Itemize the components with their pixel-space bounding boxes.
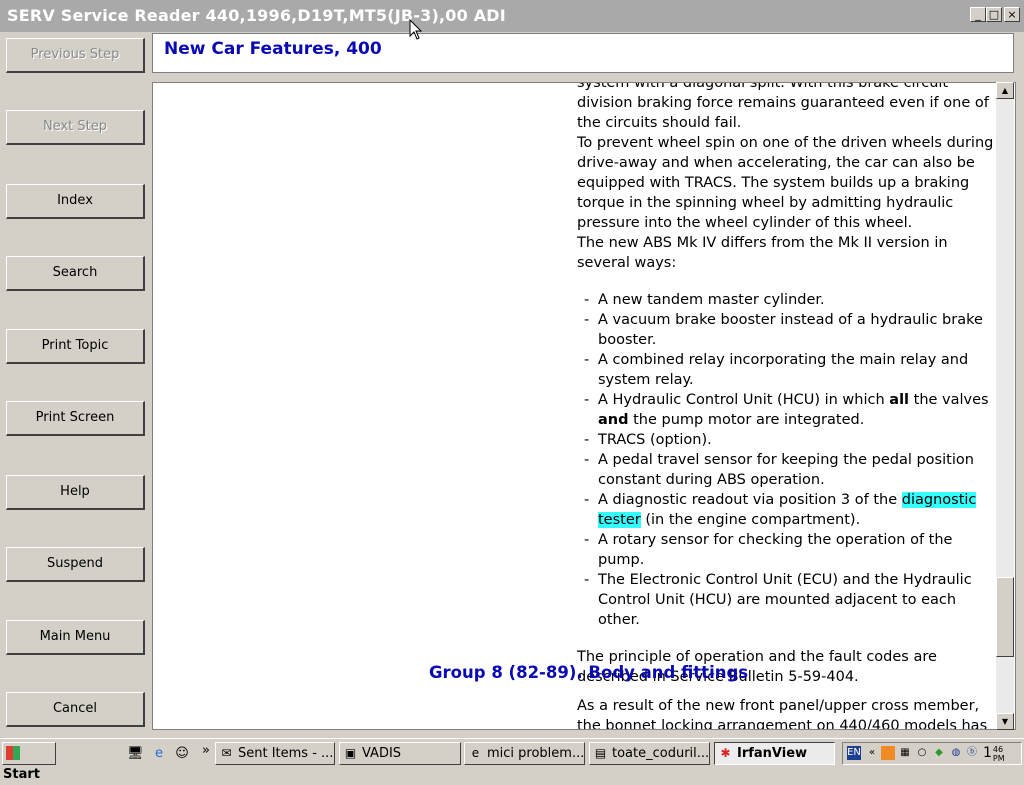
start-label: Start: [3, 767, 40, 782]
task-label: toate_coduril...: [612, 746, 710, 761]
desktop-icon[interactable]: 🖥: [127, 746, 144, 762]
suspend-button[interactable]: Suspend: [6, 547, 145, 582]
task-label: VADIS: [362, 746, 402, 761]
clock-detail: 46 PM: [993, 745, 1005, 763]
irfanview-icon: ✱: [720, 746, 731, 760]
messenger-icon[interactable]: ☺: [174, 746, 190, 762]
list-item: A vacuum brake booster instead of a hydr…: [577, 310, 997, 350]
previous-step-button[interactable]: Previous Step: [6, 38, 145, 73]
main-menu-button[interactable]: Main Menu: [6, 620, 145, 655]
list-item-text: the valves: [909, 392, 989, 408]
maximize-icon: □: [988, 8, 1000, 21]
paragraph: The new ABS Mk IV differs from the Mk II…: [577, 235, 948, 271]
list-item: A combined relay incorporating the main …: [577, 350, 997, 390]
print-topic-button[interactable]: Print Topic: [6, 329, 145, 364]
content-panel[interactable]: system with a diagonal split. With this …: [152, 82, 1016, 730]
arrow-up-icon: ▲: [1001, 86, 1009, 95]
title-bar[interactable]: SERV Service Reader 440,1996,D19T,MT5(JB…: [0, 0, 1024, 32]
network-icon[interactable]: ▦: [898, 746, 912, 760]
emphasis-text: and: [598, 412, 629, 428]
minimize-icon: _: [975, 8, 981, 21]
list-item-text: (in the engine compartment).: [640, 512, 861, 528]
scroll-thumb[interactable]: [996, 577, 1014, 657]
tray-expand-icon[interactable]: «: [865, 746, 879, 760]
task-toate-codurile[interactable]: ▤ toate_coduril...: [589, 742, 710, 765]
emphasis-text: all: [889, 392, 910, 408]
vadis-icon: ▣: [344, 746, 357, 760]
scroll-up-button[interactable]: ▲: [996, 82, 1014, 99]
list-item: A new tandem master cylinder.: [577, 290, 997, 310]
close-button[interactable]: ×: [1004, 7, 1020, 22]
list-item: A rotary sensor for checking the operati…: [577, 530, 997, 570]
list-item: TRACS (option).: [577, 430, 997, 450]
language-indicator[interactable]: EN: [847, 746, 861, 760]
browser-icon: e: [471, 746, 480, 760]
clock-minute: 46: [992, 745, 1004, 754]
task-mici-problem[interactable]: e mici problem...: [464, 742, 585, 765]
tray-app-icon[interactable]: ◆: [932, 746, 946, 760]
header-panel: New Car Features, 400: [152, 33, 1014, 73]
task-label: IrfanView: [737, 746, 808, 761]
tray-app-icon[interactable]: ○: [915, 746, 929, 760]
windows-logo-icon: [6, 746, 20, 760]
quicklaunch-more[interactable]: »: [198, 743, 214, 759]
next-step-button[interactable]: Next Step: [6, 110, 145, 145]
feature-list: A new tandem master cylinder. A vacuum b…: [577, 290, 997, 630]
list-item: A diagnostic readout via position 3 of t…: [577, 490, 997, 530]
taskbar: Start 🖥 e ☺ » ✉ Sent Items - ... ▣ VADIS e…: [0, 738, 1024, 782]
page-title: New Car Features, 400: [164, 39, 382, 59]
article-body: system with a diagonal split. With this …: [577, 82, 997, 687]
list-item: A Hydraulic Control Unit (HCU) in which …: [577, 390, 997, 430]
clock[interactable]: 146 PM: [983, 745, 1005, 763]
start-button[interactable]: Start: [2, 742, 56, 782]
task-irfanview[interactable]: ✱ IrfanView: [714, 742, 835, 765]
internet-explorer-icon[interactable]: e: [151, 746, 167, 762]
paragraph: As a result of the new front panel/upper…: [577, 698, 988, 730]
clock-ampm: PM: [992, 754, 1005, 763]
tray-app-icon[interactable]: [881, 746, 895, 760]
tray-app-icon[interactable]: ⓑ: [965, 746, 979, 760]
index-button[interactable]: Index: [6, 184, 145, 219]
list-item-text: A diagnostic readout via position 3 of t…: [598, 492, 902, 508]
task-label: mici problem...: [487, 746, 585, 761]
close-icon: ×: [1007, 8, 1017, 21]
paragraph: system with a diagonal split. With this …: [577, 82, 989, 131]
cancel-button[interactable]: Cancel: [6, 692, 145, 727]
mail-icon: ✉: [221, 746, 232, 760]
arrow-down-icon: ▼: [1001, 717, 1009, 726]
list-item-text: A Hydraulic Control Unit (HCU) in which: [598, 392, 890, 408]
list-item: A pedal travel sensor for keeping the pe…: [577, 450, 997, 490]
list-item-text: the pump motor are integrated.: [628, 412, 865, 428]
scroll-down-button[interactable]: ▼: [996, 713, 1014, 730]
tray-app-icon[interactable]: ◍: [949, 746, 963, 760]
search-button[interactable]: Search: [6, 256, 145, 291]
print-screen-button[interactable]: Print Screen: [6, 401, 145, 436]
section-heading: Group 8 (82-89). Body and fittings: [429, 663, 749, 682]
task-vadis[interactable]: ▣ VADIS: [339, 742, 461, 765]
list-item: The Electronic Control Unit (ECU) and th…: [577, 570, 997, 630]
minimize-button[interactable]: _: [970, 7, 986, 22]
document-icon: ▤: [594, 746, 607, 760]
paragraph: To prevent wheel spin on one of the driv…: [577, 135, 994, 231]
task-sent-items[interactable]: ✉ Sent Items - ...: [215, 742, 335, 765]
maximize-button[interactable]: □: [986, 7, 1002, 22]
window-title: SERV Service Reader 440,1996,D19T,MT5(JB…: [7, 6, 506, 25]
help-button[interactable]: Help: [6, 475, 145, 510]
mouse-cursor-icon: [409, 19, 423, 40]
task-label: Sent Items - ...: [238, 746, 334, 761]
system-tray: EN « ▦ ○ ◆ ◍ ⓑ 146 PM: [842, 742, 1022, 765]
clock-hour: 1: [983, 745, 992, 761]
vertical-scrollbar[interactable]: ▲ ▼: [996, 82, 1014, 730]
